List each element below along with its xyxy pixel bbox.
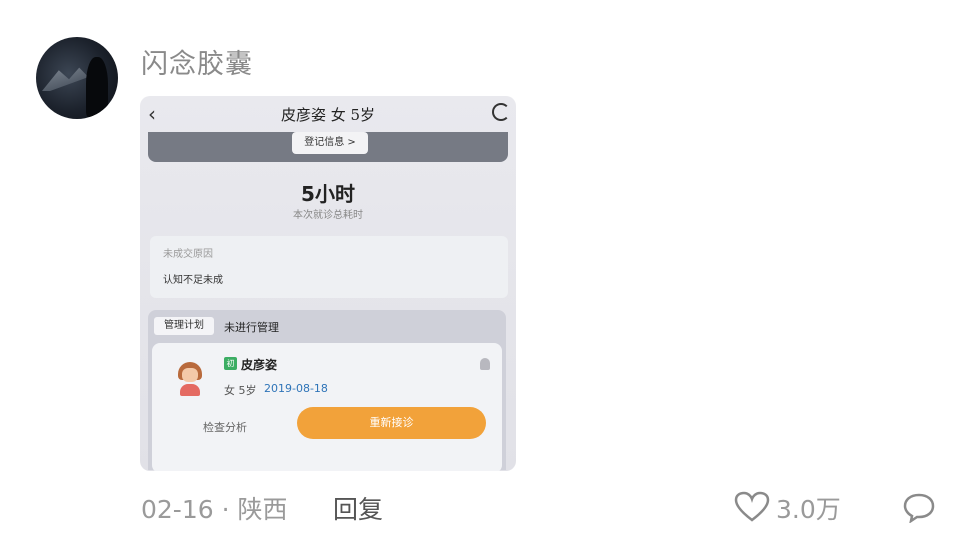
commenter-avatar[interactable]: [36, 37, 118, 119]
photo-total-time-caption: 本次就诊总耗时: [293, 210, 363, 221]
comment-bubble-icon[interactable]: [902, 491, 936, 523]
avatar-figure: [86, 57, 108, 117]
patient-first-visit-badge: 初: [224, 357, 237, 370]
patient-gender-age: 女 5岁: [224, 384, 257, 397]
check-analysis-link: 检查分析: [203, 421, 247, 434]
patient-dob: 2019-08-18: [264, 382, 328, 395]
patient-avatar-icon: [178, 362, 202, 396]
reconsult-button: 重新接诊: [297, 407, 486, 439]
photo-refresh-icon: [492, 103, 510, 121]
photo-reason-value: 认知不足未成: [163, 275, 223, 286]
photo-login-info-button: 登记信息 >: [292, 132, 368, 154]
patient-name: 皮彦姿: [241, 358, 278, 372]
commenter-username[interactable]: 闪念胶囊: [141, 42, 253, 81]
attached-photo[interactable]: ‹ 皮彦姿 女 5岁 登记信息 > 5小时 本次就诊总耗时 未成交原因 认知不足…: [140, 96, 516, 471]
heart-outline-icon[interactable]: [734, 491, 770, 523]
photo-reason-label: 未成交原因: [163, 249, 213, 260]
photo-total-time: 5小时: [301, 182, 355, 206]
reply-button[interactable]: 回复: [333, 490, 383, 526]
like-count: 3.0万: [776, 495, 841, 524]
photo-management-status: 未进行管理: [224, 321, 279, 334]
comment-date-location: 02-16 · 陕西: [141, 495, 288, 524]
photo-header-title: 皮彦姿 女 5岁: [280, 106, 376, 124]
person-icon: [480, 358, 490, 370]
photo-management-tag: 管理计划: [154, 317, 214, 335]
